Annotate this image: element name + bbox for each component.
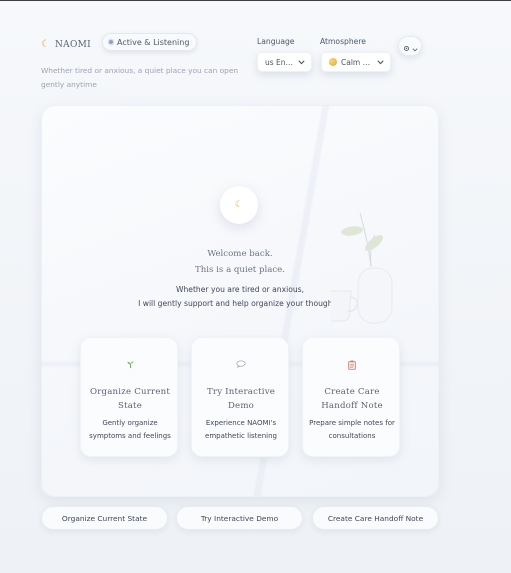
calm-face-icon [329, 58, 337, 66]
brand: ☾ NAOMI [41, 39, 91, 51]
card-description: Experience NAOMI's empathetic listening [205, 419, 277, 440]
status-badge: Active & Listening [102, 33, 198, 51]
moon-badge: ☾ [220, 186, 258, 224]
language-label: Language [257, 37, 295, 46]
chevron-down-icon [376, 58, 384, 66]
crescent-moon-icon: ☾ [234, 199, 244, 210]
create-care-handoff-note-button[interactable]: Create Care Handoff Note [312, 506, 439, 530]
clipboard-icon [303, 360, 401, 373]
window-top-edge [0, 0, 511, 1]
crescent-moon-icon: ☾ [41, 39, 50, 50]
status-dot-icon [109, 40, 113, 44]
chevron-down-icon [412, 37, 418, 56]
status-text: Active & Listening [117, 37, 190, 47]
card-description: Gently organize symptoms and feelings [89, 419, 171, 440]
card-title: Create Care Handoff Note [321, 387, 383, 411]
organize-current-state-button[interactable]: Organize Current State [41, 506, 168, 530]
atmosphere-label: Atmosphere [320, 37, 366, 46]
card-try-interactive-demo[interactable]: Try Interactive Demo Experience NAOMI's … [191, 337, 289, 457]
page-subtitle: Whether tired or anxious, a quiet place … [41, 66, 239, 89]
atmosphere-select[interactable]: Calm … [321, 52, 391, 72]
settings-button[interactable] [398, 36, 422, 56]
plant-vase-illustration [331, 212, 393, 324]
welcome-panel: ☾ Welcome back. This is a quiet place. W… [41, 105, 439, 497]
brand-name: NAOMI [54, 40, 91, 50]
card-description: Prepare simple notes for consultations [309, 419, 395, 440]
gear-icon [403, 37, 410, 56]
card-title: Organize Current State [89, 387, 170, 411]
chevron-down-icon [297, 58, 305, 66]
language-value: us En… [265, 57, 293, 67]
sprout-icon [81, 360, 179, 372]
card-organize-current-state[interactable]: Organize Current State Gently organize s… [80, 337, 178, 457]
card-create-care-handoff-note[interactable]: Create Care Handoff Note Prepare simple … [302, 337, 400, 457]
try-interactive-demo-button[interactable]: Try Interactive Demo [176, 506, 303, 530]
speech-bubble-icon [192, 360, 290, 371]
atmosphere-value: Calm … [341, 57, 371, 67]
card-title: Try Interactive Demo [206, 387, 276, 411]
language-select[interactable]: us En… [257, 52, 312, 72]
